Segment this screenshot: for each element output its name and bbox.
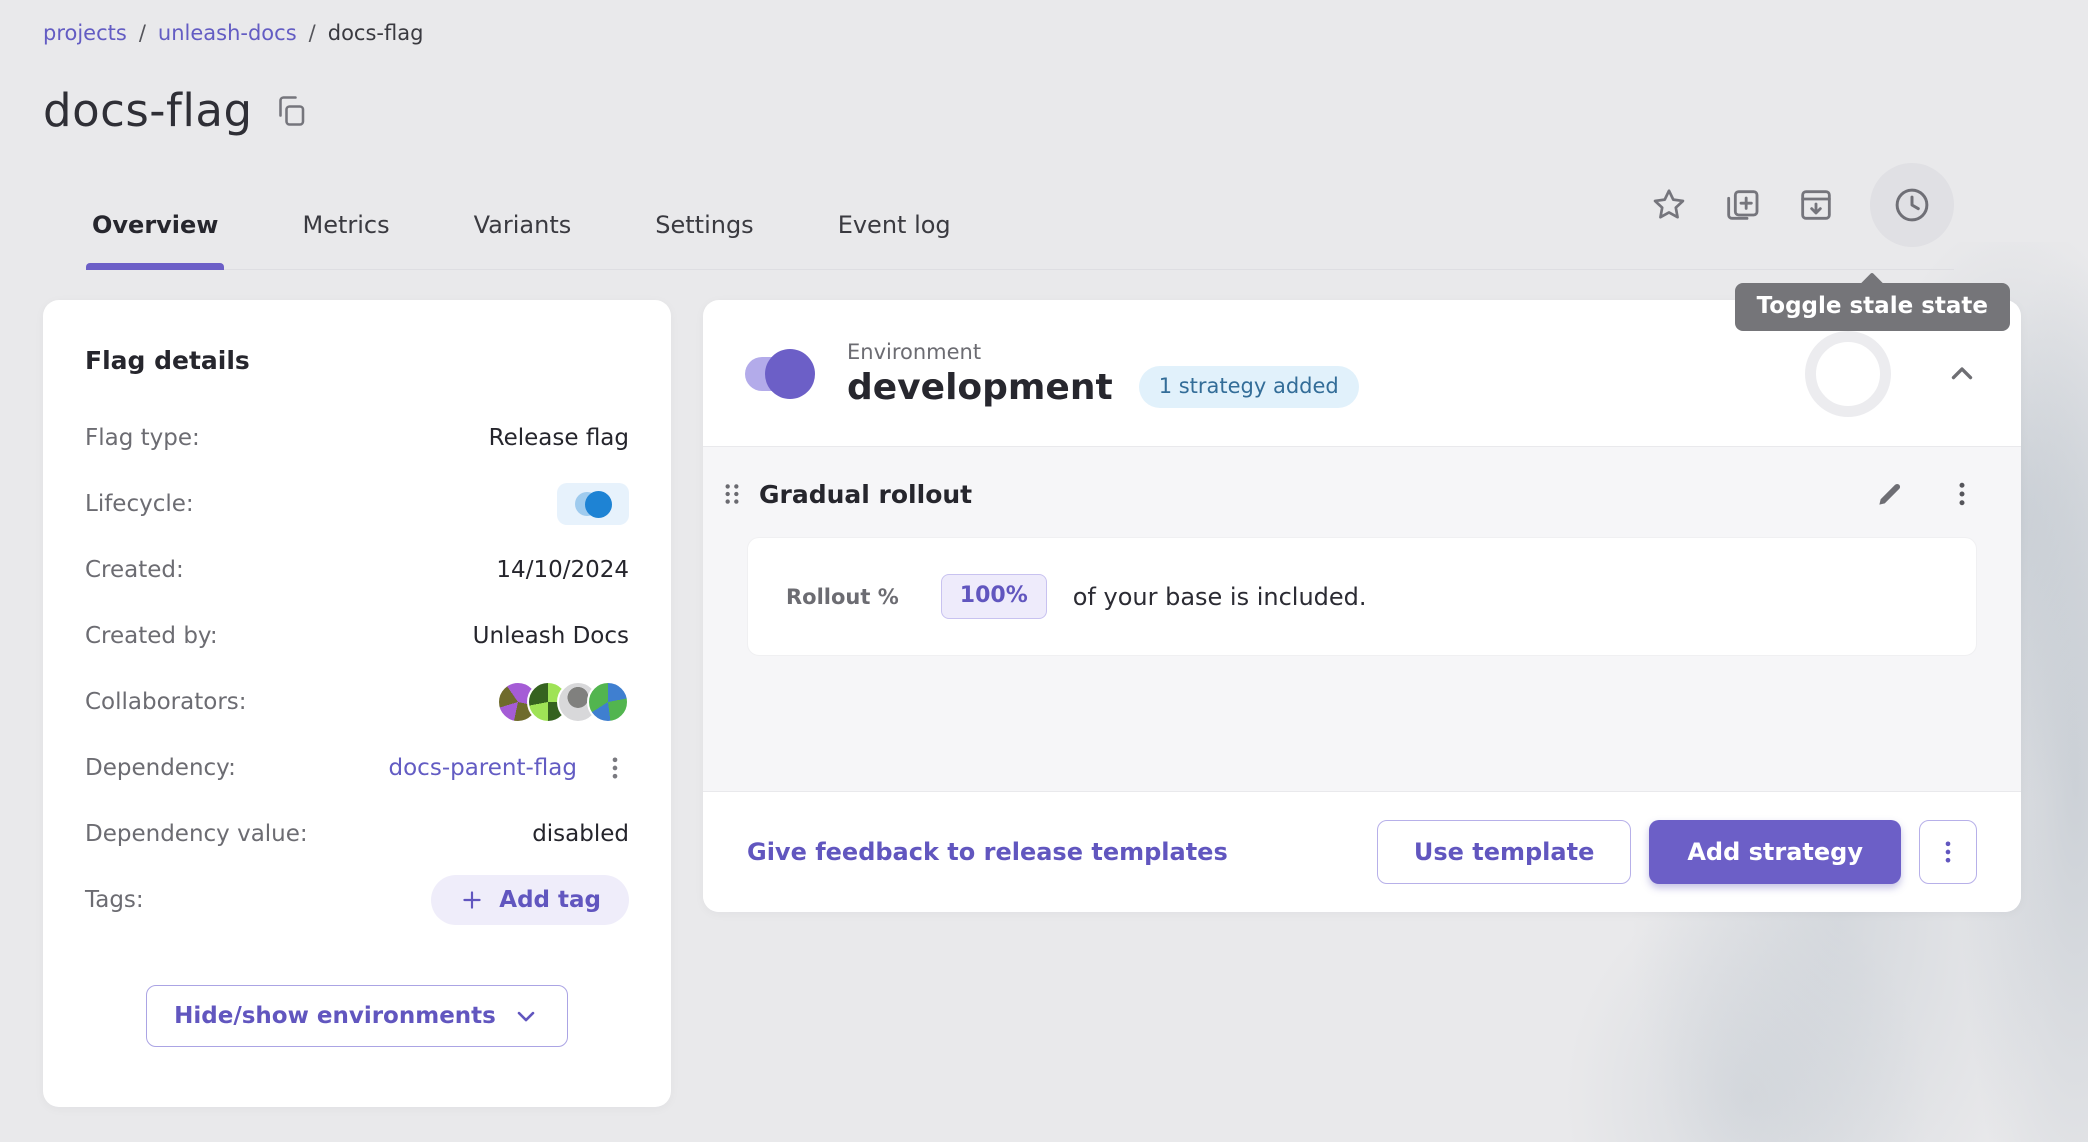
strategy-title: Gradual rollout (759, 480, 972, 509)
dependency-label: Dependency: (85, 755, 236, 781)
lifecycle-row: Lifecycle: (85, 471, 629, 537)
tabs: Overview Metrics Variants Settings Event… (86, 191, 957, 269)
tab-metrics[interactable]: Metrics (296, 191, 395, 269)
tab-overview[interactable]: Overview (86, 191, 224, 269)
rollout-description: of your base is included. (1073, 583, 1367, 611)
flag-actions-toolbar (1650, 163, 1954, 247)
copy-icon (273, 93, 309, 129)
kebab-icon (601, 754, 629, 782)
add-tag-label: Add tag (499, 887, 601, 913)
metrics-ring (1805, 331, 1891, 417)
collaborator-avatars (497, 681, 629, 723)
plus-icon (459, 887, 485, 913)
environment-footer: Give feedback to release templates Use t… (703, 792, 2021, 912)
breadcrumb-current: docs-flag (328, 18, 424, 48)
tooltip-toggle-stale-state: Toggle stale state (1735, 283, 2010, 331)
tab-settings[interactable]: Settings (649, 191, 759, 269)
tab-event-log[interactable]: Event log (832, 191, 957, 269)
breadcrumb: projects / unleash-docs / docs-flag (43, 18, 2021, 48)
strategy-menu-button[interactable] (1947, 479, 1977, 509)
environment-label: Environment (847, 340, 1359, 364)
tab-variants[interactable]: Variants (468, 191, 578, 269)
lifecycle-label: Lifecycle: (85, 491, 194, 517)
flag-details-title: Flag details (85, 346, 629, 375)
breadcrumb-separator: / (309, 18, 316, 48)
topbar: projects / unleash-docs / docs-flag docs… (0, 0, 2088, 270)
copy-flag-name-button[interactable] (273, 93, 309, 129)
toggle-stale-state-button[interactable] (1870, 163, 1954, 247)
lifecycle-stage-badge[interactable] (557, 483, 629, 525)
lifecycle-stage-dot-dark (585, 491, 612, 518)
kebab-icon (1947, 479, 1977, 509)
dependency-value-row: Dependency value: disabled (85, 801, 629, 867)
flag-type-label: Flag type: (85, 425, 200, 451)
clock-icon (1891, 184, 1933, 226)
created-by-row: Created by: Unleash Docs (85, 603, 629, 669)
toggle-knob (765, 349, 815, 399)
tags-row: Tags: Add tag (85, 867, 629, 933)
strategy-count-badge: 1 strategy added (1139, 366, 1359, 408)
copy-flag-button[interactable] (1722, 185, 1762, 225)
dependency-menu-button[interactable] (601, 754, 629, 782)
flag-type-row: Flag type: Release flag (85, 405, 629, 471)
pixel-avatar-earth (587, 681, 629, 723)
rollout-label: Rollout % (786, 585, 899, 609)
tabs-bar: Overview Metrics Variants Settings Event… (86, 163, 1954, 270)
rollout-summary-card: Rollout % 100% of your base is included. (747, 537, 1977, 656)
rollout-percentage-chip: 100% (941, 574, 1047, 619)
created-value: 14/10/2024 (496, 557, 629, 583)
breadcrumb-link-projects[interactable]: projects (43, 18, 127, 48)
tags-label: Tags: (85, 887, 144, 913)
add-tag-button[interactable]: Add tag (431, 875, 629, 925)
title-row: docs-flag (43, 84, 2021, 137)
drag-handle-icon[interactable] (719, 479, 745, 509)
hide-show-environments-button[interactable]: Hide/show environments (146, 985, 568, 1047)
created-label: Created: (85, 557, 184, 583)
collaborators-row: Collaborators: (85, 669, 629, 735)
edit-strategy-button[interactable] (1873, 477, 1907, 511)
dependency-value-label: Dependency value: (85, 821, 308, 847)
archive-button[interactable] (1796, 185, 1836, 225)
hide-show-environments-label: Hide/show environments (174, 1003, 496, 1029)
dependency-value-value: disabled (532, 821, 629, 847)
breadcrumb-link-unleash-docs[interactable]: unleash-docs (158, 18, 297, 48)
chevron-down-icon (512, 1002, 540, 1030)
collapse-environment-button[interactable] (1945, 357, 1979, 391)
environment-card: Environment development 1 strategy added (703, 300, 2021, 912)
dependency-link[interactable]: docs-parent-flag (389, 755, 577, 781)
collaborators-label: Collaborators: (85, 689, 247, 715)
strategy-header: Gradual rollout (719, 477, 1977, 511)
favorite-button[interactable] (1650, 186, 1688, 224)
flag-details-card: Flag details Flag type: Release flag Lif… (43, 300, 671, 1107)
chevron-up-icon (1945, 357, 1979, 391)
copy-add-icon (1722, 185, 1762, 225)
pencil-icon (1873, 477, 1907, 511)
environment-name: development (847, 367, 1113, 408)
kebab-icon (1934, 838, 1962, 866)
strategy-list: Gradual rollout (703, 446, 2021, 792)
more-strategies-menu-button[interactable] (1919, 820, 1977, 884)
main-content: Flag details Flag type: Release flag Lif… (43, 300, 2021, 1107)
flag-type-value: Release flag (489, 425, 629, 451)
environment-toggle[interactable] (745, 357, 807, 391)
archive-icon (1796, 185, 1836, 225)
created-by-label: Created by: (85, 623, 218, 649)
breadcrumb-separator: / (139, 18, 146, 48)
created-by-value: Unleash Docs (473, 623, 629, 649)
tooltip-text: Toggle stale state (1757, 293, 1988, 319)
page-title: docs-flag (43, 84, 253, 137)
dependency-row: Dependency: docs-parent-flag (85, 735, 629, 801)
environment-titles: Environment development 1 strategy added (847, 340, 1359, 408)
release-templates-feedback-link[interactable]: Give feedback to release templates (747, 838, 1228, 866)
star-icon (1650, 186, 1688, 224)
page: projects / unleash-docs / docs-flag docs… (0, 0, 2088, 1142)
add-strategy-button[interactable]: Add strategy (1649, 820, 1901, 884)
use-template-button[interactable]: Use template (1377, 820, 1632, 884)
created-row: Created: 14/10/2024 (85, 537, 629, 603)
